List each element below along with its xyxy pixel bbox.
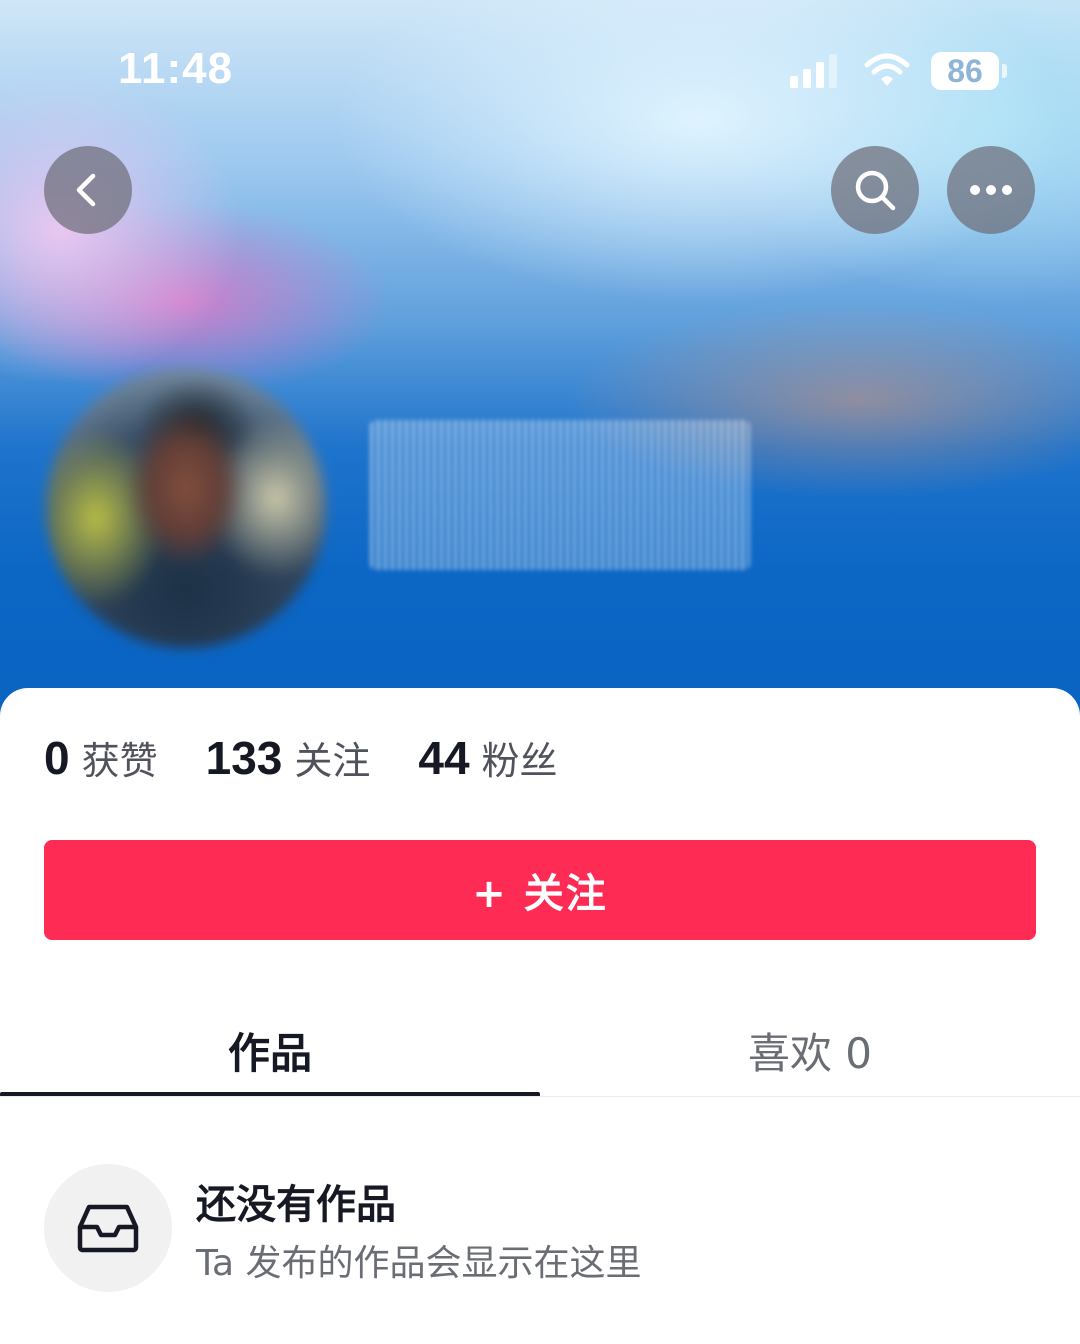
battery-tip — [1002, 64, 1007, 78]
profile-stats: 0 获赞 133 关注 44 粉丝 — [44, 730, 606, 785]
stat-following-label: 关注 — [294, 739, 371, 783]
stat-following-value: 133 — [205, 732, 283, 784]
status-time: 11:48 — [118, 44, 234, 93]
empty-state-title: 还没有作品 — [196, 1182, 396, 1228]
empty-state-subtitle: Ta 发布的作品会显示在这里 — [196, 1243, 642, 1284]
stat-followers[interactable]: 44 粉丝 — [418, 730, 557, 785]
battery-icon: 86 — [931, 52, 999, 90]
back-button[interactable] — [44, 146, 132, 234]
more-button[interactable] — [947, 146, 1035, 234]
profile-name-redacted — [370, 420, 750, 570]
empty-state-icon-wrap — [44, 1164, 172, 1292]
more-icon — [970, 185, 1012, 195]
follow-button[interactable]: + 关注 — [44, 840, 1036, 940]
profile-screen: 11:48 86 0 获赞 133 关注 44 粉丝 + 关注 作品 喜欢 0 … — [0, 0, 1080, 1344]
stat-likes-label: 获赞 — [81, 739, 158, 783]
stat-likes[interactable]: 0 获赞 — [44, 730, 158, 785]
inbox-icon — [77, 1204, 139, 1253]
stat-likes-value: 0 — [44, 732, 70, 784]
search-icon — [855, 170, 896, 211]
tab-divider — [0, 1096, 1080, 1097]
tab-works[interactable]: 作品 — [0, 1010, 540, 1090]
stat-following[interactable]: 133 关注 — [206, 730, 371, 785]
stat-followers-value: 44 — [418, 732, 470, 784]
avatar[interactable] — [46, 368, 326, 648]
tab-likes[interactable]: 喜欢 0 — [540, 1010, 1080, 1090]
search-button[interactable] — [831, 146, 919, 234]
wifi-icon — [864, 53, 910, 86]
chevron-left-icon — [76, 173, 96, 207]
signal-icon — [790, 54, 837, 88]
stat-followers-label: 粉丝 — [481, 739, 558, 783]
